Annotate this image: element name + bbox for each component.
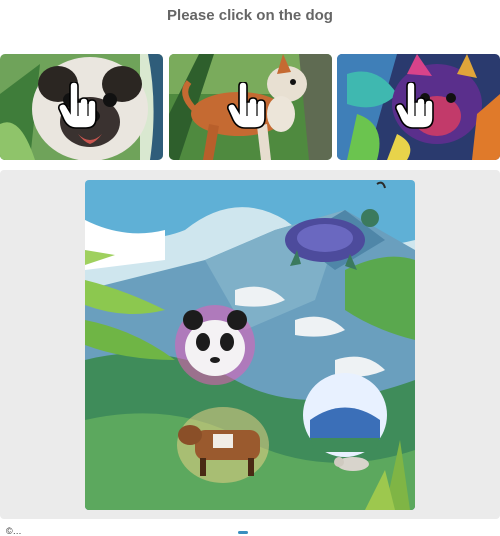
instruction-text: Please click on the dog — [167, 7, 333, 24]
choice-row — [0, 54, 500, 160]
pointer-hand-icon — [395, 82, 434, 129]
pointer-hand-icon — [227, 82, 266, 129]
captcha-page: Please click on the dog ©… — [0, 0, 500, 536]
choice-tile-1[interactable] — [0, 54, 163, 160]
scene-panel — [0, 170, 500, 519]
choice-tile-2[interactable] — [169, 54, 332, 160]
footer: ©… — [0, 527, 500, 536]
footer-text: ©… — [6, 526, 22, 536]
pointer-hand-icon — [58, 82, 97, 129]
scene-canvas[interactable] — [85, 180, 415, 510]
footer-indicator — [238, 531, 248, 534]
choice-tile-3[interactable] — [337, 54, 500, 160]
scene-image — [85, 180, 415, 510]
